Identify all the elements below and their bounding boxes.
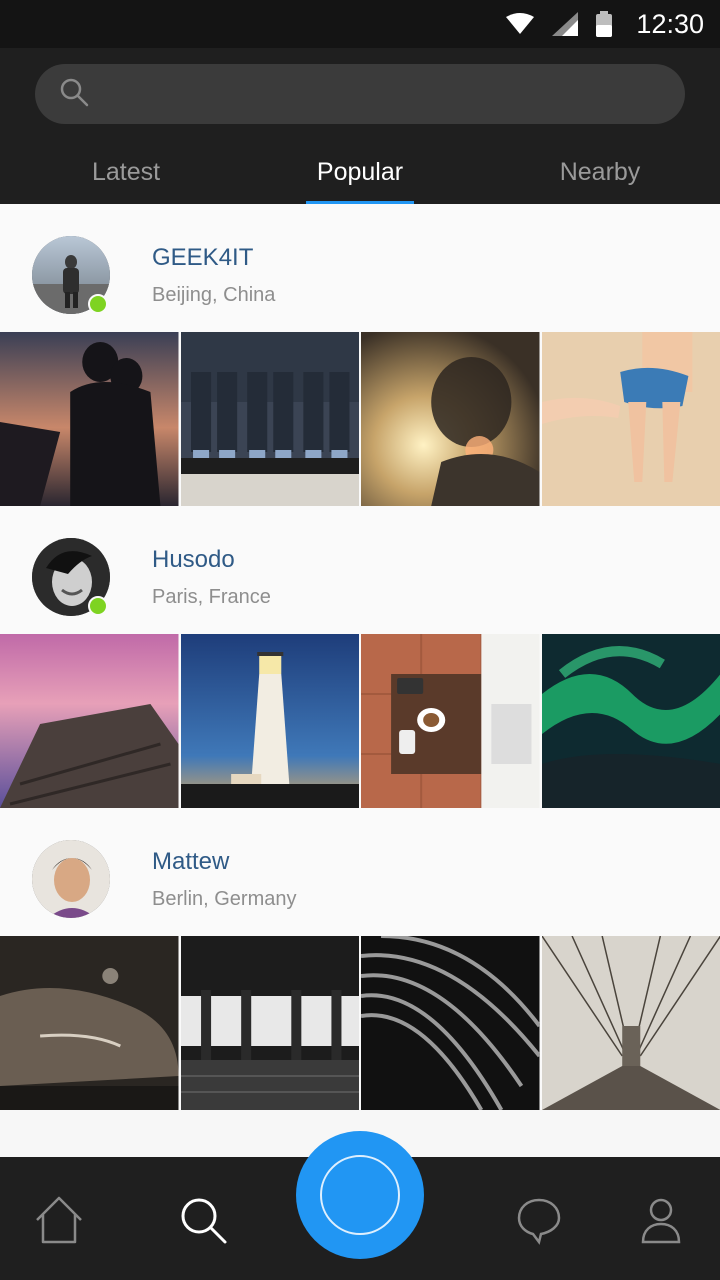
online-indicator bbox=[88, 294, 108, 314]
avatar[interactable] bbox=[32, 840, 110, 918]
user-card[interactable]: Mattew Berlin, Germany bbox=[0, 808, 720, 1110]
user-card[interactable]: Husodo Paris, France bbox=[0, 506, 720, 808]
profile-icon[interactable] bbox=[631, 1185, 691, 1255]
aurora-photo[interactable] bbox=[541, 634, 720, 808]
avatar[interactable] bbox=[32, 236, 110, 314]
camera-button[interactable] bbox=[296, 1131, 424, 1259]
wifi-icon bbox=[506, 13, 535, 35]
avatar[interactable] bbox=[32, 538, 110, 616]
signal-icon bbox=[552, 12, 579, 36]
status-time: 12:30 bbox=[636, 8, 704, 39]
coffee-table-photo[interactable] bbox=[361, 634, 540, 808]
photo-row bbox=[0, 936, 720, 1110]
tab-latest[interactable]: Latest bbox=[66, 144, 186, 204]
suits-socks-photo[interactable] bbox=[180, 332, 359, 506]
bottom-nav bbox=[0, 1131, 720, 1280]
lighthouse-photo[interactable] bbox=[180, 634, 359, 808]
sunset-couple-photo[interactable] bbox=[0, 332, 179, 506]
header: Latest Popular Nearby bbox=[0, 48, 720, 204]
search-input[interactable] bbox=[103, 79, 667, 109]
tab-popular[interactable]: Popular bbox=[306, 144, 414, 204]
sunlit-face-photo[interactable] bbox=[361, 332, 540, 506]
photo-row bbox=[0, 332, 720, 506]
status-bar: 12:30 bbox=[0, 0, 720, 48]
search-icon bbox=[59, 77, 89, 112]
home-icon[interactable] bbox=[29, 1185, 89, 1255]
camera-icon bbox=[320, 1155, 400, 1235]
user-card[interactable]: GEEK4IT Beijing, China bbox=[0, 204, 720, 506]
tab-bar: Latest Popular Nearby bbox=[0, 144, 720, 204]
user-feed: GEEK4IT Beijing, China Husodo Paris, Fra… bbox=[0, 204, 720, 1110]
photo-row bbox=[0, 634, 720, 808]
beach-hand-photo[interactable] bbox=[541, 332, 720, 506]
user-name[interactable]: Mattew bbox=[152, 848, 229, 876]
search-bar[interactable] bbox=[35, 64, 685, 124]
battery-icon bbox=[596, 11, 613, 37]
subway-station-photo[interactable] bbox=[180, 936, 359, 1110]
user-location: Paris, France bbox=[152, 586, 271, 608]
user-name[interactable]: GEEK4IT bbox=[152, 244, 253, 272]
search-icon[interactable] bbox=[173, 1185, 233, 1255]
bridge-cables-photo[interactable] bbox=[541, 936, 720, 1110]
chat-icon[interactable] bbox=[509, 1185, 569, 1255]
online-indicator bbox=[88, 596, 108, 616]
user-name[interactable]: Husodo bbox=[152, 546, 235, 574]
user-location: Beijing, China bbox=[152, 284, 276, 306]
architecture-curves-photo[interactable] bbox=[361, 936, 540, 1110]
pier-sunset-photo[interactable] bbox=[0, 634, 179, 808]
tab-nearby[interactable]: Nearby bbox=[540, 144, 660, 204]
user-location: Berlin, Germany bbox=[152, 888, 297, 910]
vintage-car-photo[interactable] bbox=[0, 936, 179, 1110]
